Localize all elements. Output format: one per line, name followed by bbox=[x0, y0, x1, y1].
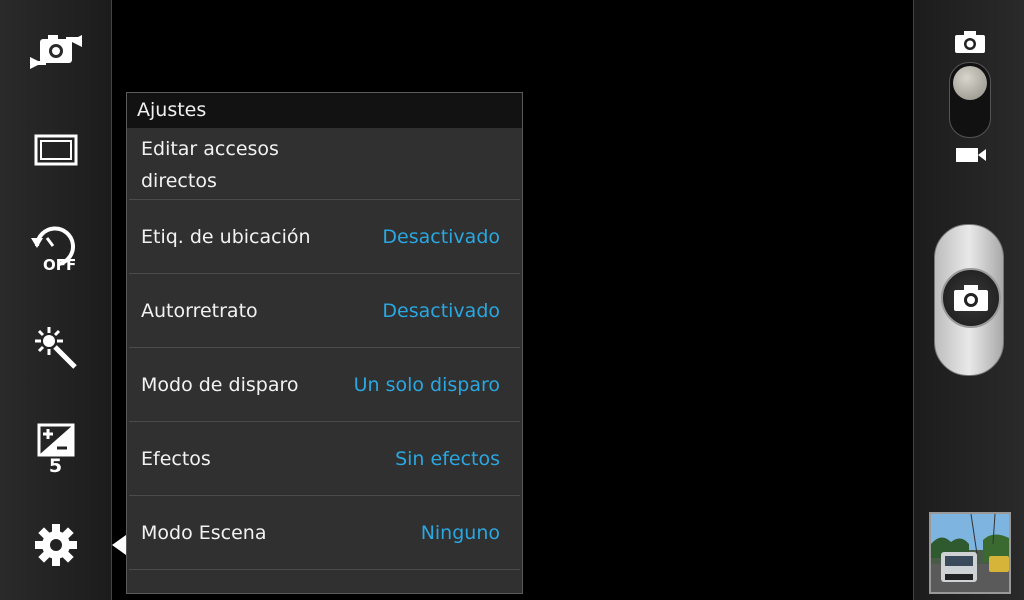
settings-item-value: Ninguno bbox=[420, 521, 500, 544]
settings-item-label: Modo de disparo bbox=[141, 373, 299, 396]
settings-item-scene-mode[interactable]: Modo Escena Ninguno bbox=[129, 496, 520, 570]
toggle-knob[interactable] bbox=[953, 66, 987, 100]
exposure-button[interactable]: 5 bbox=[0, 410, 111, 490]
settings-item-label: Etiq. de ubicación bbox=[141, 225, 311, 248]
settings-item-label-line2: directos bbox=[141, 170, 217, 192]
panel-title: Ajustes bbox=[127, 93, 522, 128]
photo-size-button[interactable] bbox=[0, 110, 111, 190]
effects-button[interactable] bbox=[0, 308, 111, 388]
settings-item-location-tag[interactable]: Etiq. de ubicación Desactivado bbox=[129, 200, 520, 274]
exposure-icon bbox=[37, 423, 74, 457]
settings-item-edit-shortcuts[interactable]: Editar accesos directos bbox=[129, 128, 520, 200]
timer-button[interactable]: OFF bbox=[0, 208, 111, 288]
settings-item-value: Sin efectos bbox=[395, 447, 500, 470]
settings-item-self-portrait[interactable]: Autorretrato Desactivado bbox=[129, 274, 520, 348]
settings-item-label: Autorretrato bbox=[141, 299, 258, 322]
video-mode-icon bbox=[956, 148, 986, 162]
settings-button[interactable] bbox=[0, 505, 111, 585]
settings-item-value: Desactivado bbox=[382, 299, 500, 322]
settings-item-shooting-mode[interactable]: Modo de disparo Un solo disparo bbox=[129, 348, 520, 422]
exposure-value: 5 bbox=[48, 455, 63, 477]
switch-camera-icon bbox=[29, 35, 82, 69]
settings-icon bbox=[34, 524, 77, 566]
svg-text:OFF: OFF bbox=[43, 256, 76, 272]
magic-wand-icon bbox=[34, 327, 77, 369]
camera-mode-icon bbox=[955, 31, 985, 53]
photo-size-icon bbox=[34, 134, 77, 166]
switch-camera-button[interactable] bbox=[0, 12, 111, 92]
gallery-thumbnail[interactable] bbox=[929, 512, 1011, 594]
menu-pointer bbox=[112, 535, 126, 555]
timer-off-icon: OFF bbox=[30, 226, 76, 272]
settings-item-effects[interactable]: Efectos Sin efectos bbox=[129, 422, 520, 496]
settings-item-value: Un solo disparo bbox=[353, 373, 500, 396]
settings-item-label: Editar accesos bbox=[141, 138, 279, 160]
settings-item-value: Desactivado bbox=[382, 225, 500, 248]
settings-item-label: Modo Escena bbox=[141, 521, 267, 544]
shutter-camera-icon bbox=[954, 285, 988, 311]
camera-video-toggle[interactable] bbox=[949, 62, 991, 138]
settings-item-label: Efectos bbox=[141, 447, 211, 470]
left-toolbar: OFF 5 bbox=[0, 0, 112, 600]
settings-panel: Ajustes Editar accesos directos Etiq. de… bbox=[126, 92, 523, 594]
shutter-button[interactable] bbox=[934, 224, 1004, 376]
right-toolbar bbox=[913, 0, 1024, 600]
